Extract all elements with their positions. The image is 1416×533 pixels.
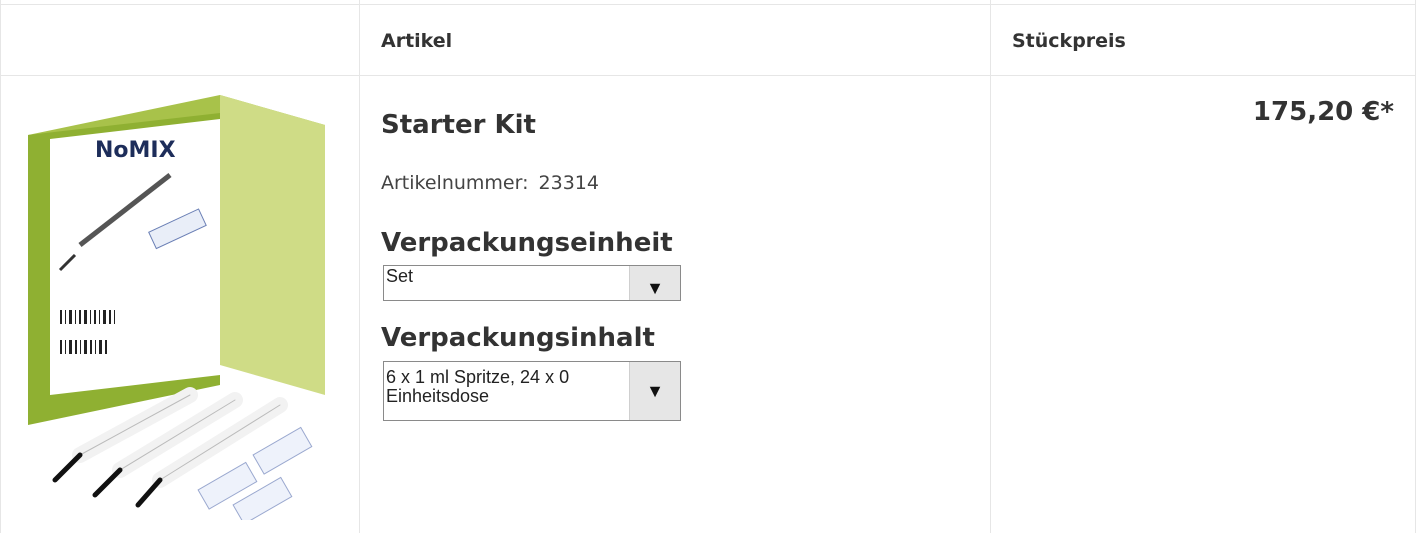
chevron-down-icon: ▼ <box>646 278 664 298</box>
table-border-top <box>0 4 1416 5</box>
column-divider <box>359 0 360 533</box>
column-header-article: Artikel <box>381 30 453 52</box>
packaging-content-value: 6 x 1 ml Spritze, 24 x 0 Einheitsdose <box>386 368 570 406</box>
article-number: Artikelnummer: 23314 <box>381 172 599 194</box>
article-number-value: 23314 <box>538 172 599 194</box>
packaging-content-select[interactable]: 6 x 1 ml Spritze, 24 x 0 Einheitsdose ▼ <box>383 361 681 421</box>
packaging-content-label: Verpackungsinhalt <box>381 323 655 353</box>
product-image-logo: NoMIX <box>95 138 176 163</box>
product-title[interactable]: Starter Kit <box>381 110 536 140</box>
packaging-unit-label: Verpackungseinheit <box>381 228 673 258</box>
table-border-left <box>0 0 1 533</box>
packaging-unit-select[interactable]: Set ▼ <box>383 265 681 301</box>
packaging-unit-dropdown-button[interactable]: ▼ <box>629 266 680 300</box>
unit-price: 175,20 €* <box>1252 97 1394 127</box>
packaging-unit-value: Set <box>386 267 414 286</box>
column-divider <box>990 0 991 533</box>
header-divider <box>0 75 1416 76</box>
packaging-content-dropdown-button[interactable]: ▼ <box>629 362 680 420</box>
product-image[interactable]: NoMIX <box>20 95 340 520</box>
article-number-label: Artikelnummer: <box>381 172 529 194</box>
column-header-price: Stückpreis <box>1012 30 1126 52</box>
chevron-down-icon: ▼ <box>646 381 664 401</box>
